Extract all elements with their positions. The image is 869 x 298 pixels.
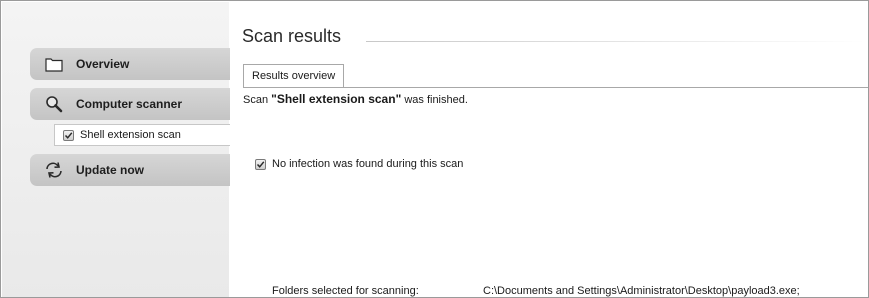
folders-label: Folders selected for scanning: [272,285,419,297]
scan-status-text: Scan "Shell extension scan" was finished… [243,92,468,106]
sidebar-item-label: Computer scanner [76,97,183,111]
sidebar-item-label: Update now [76,163,144,177]
scan-name: Shell extension scan [276,92,396,106]
magnifier-icon [44,95,64,113]
checkbox-checked-icon [255,158,266,170]
scan-status-suffix: was finished. [401,94,468,106]
scan-result-message: No infection was found during this scan [272,158,464,170]
sidebar-subitem-label: Shell extension scan [80,129,181,141]
page-title: Scan results [242,26,342,46]
tab-results-overview[interactable]: Results overview [243,64,345,87]
sidebar-subitem-shell-extension-scan[interactable]: Shell extension scan [54,124,230,146]
folder-icon [44,55,64,73]
tab-divider [243,87,868,88]
folders-path: C:\Documents and Settings\Administrator\… [483,285,800,297]
sidebar-item-computer-scanner[interactable]: Computer scanner [30,88,230,120]
update-icon [44,161,64,179]
checkbox-checked-icon [63,129,74,141]
app-window: Overview Computer scanner Shell extensio… [0,0,869,298]
sidebar-item-overview[interactable]: Overview [30,48,230,80]
main-panel: Scan results Results overview Scan "Shel… [230,2,868,297]
title-divider [366,41,866,42]
sidebar-item-label: Overview [76,57,130,71]
sidebar: Overview Computer scanner Shell extensio… [2,2,230,297]
scan-result: No infection was found during this scan [255,158,463,170]
sidebar-item-update-now[interactable]: Update now [30,154,230,186]
scan-status-prefix: Scan [243,94,272,106]
